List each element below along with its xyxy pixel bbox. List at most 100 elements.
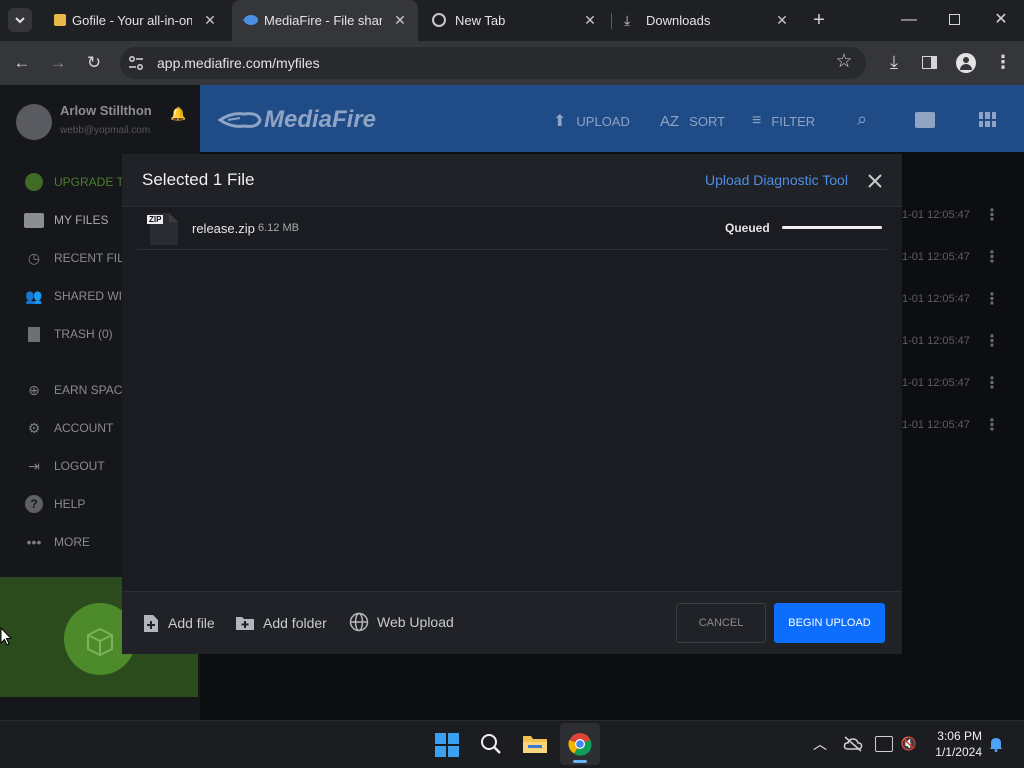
tab-new-tab[interactable]: New Tab ✕ bbox=[422, 0, 608, 41]
chrome-taskbar-button[interactable] bbox=[560, 723, 600, 765]
volume-muted-icon[interactable]: 🔇 bbox=[900, 736, 918, 752]
close-icon[interactable]: ✕ bbox=[202, 12, 218, 28]
mouse-cursor bbox=[0, 627, 12, 646]
downloads-icon[interactable]: ⤓ bbox=[884, 53, 904, 71]
reload-icon[interactable]: ↻ bbox=[85, 54, 103, 71]
modal-close-icon[interactable] bbox=[866, 172, 884, 190]
begin-upload-button[interactable]: BEGIN UPLOAD bbox=[774, 603, 885, 643]
file-explorer-icon[interactable] bbox=[522, 734, 548, 754]
people-icon: 👥 bbox=[25, 287, 43, 304]
tab-separator bbox=[611, 13, 612, 29]
upload-progress-track bbox=[782, 226, 882, 229]
filter-icon: ≡ bbox=[752, 112, 762, 129]
new-tab-button[interactable]: + bbox=[810, 10, 828, 30]
menu-kebab-icon[interactable]: ⋮ bbox=[994, 53, 1012, 71]
row-date: 1-01 12:05:47 bbox=[902, 377, 970, 389]
sidebar-item-earn-space[interactable]: ⊕ EARN SPACE bbox=[24, 380, 130, 400]
filter-button[interactable]: ≡ FILTER bbox=[752, 112, 815, 130]
notification-bell-icon[interactable] bbox=[988, 736, 1004, 752]
sidebar-item-shared[interactable]: 👥 SHARED WIT bbox=[24, 286, 129, 306]
tab-title: Gofile - Your all-in-one bbox=[72, 13, 192, 28]
sidebar-item-my-files[interactable]: MY FILES bbox=[24, 210, 108, 230]
clock-date[interactable]: 1/1/2024 bbox=[926, 745, 982, 759]
close-icon[interactable]: ✕ bbox=[392, 12, 408, 28]
sidebar-item-trash[interactable]: TRASH (0) bbox=[24, 324, 113, 344]
row-date: 1-01 12:05:47 bbox=[902, 335, 970, 347]
tab-search-button[interactable] bbox=[8, 8, 32, 32]
close-icon[interactable]: ✕ bbox=[582, 12, 598, 28]
close-window-button[interactable]: ✕ bbox=[992, 12, 1010, 28]
forward-icon[interactable]: → bbox=[49, 54, 67, 71]
new-folder-icon[interactable] bbox=[915, 112, 935, 128]
avatar[interactable] bbox=[16, 104, 52, 140]
browser-tab-bar: Gofile - Your all-in-one ✕ MediaFire - F… bbox=[0, 0, 1024, 41]
upload-icon: ⬆ bbox=[553, 113, 567, 130]
row-menu-icon[interactable]: ⋮ bbox=[984, 289, 1000, 309]
tab-mediafire[interactable]: MediaFire - File sharing ✕ bbox=[232, 0, 418, 41]
side-panel-icon[interactable] bbox=[922, 56, 937, 69]
user-email: webb@yopmail.com bbox=[60, 125, 151, 136]
download-icon: ⤓ bbox=[624, 12, 631, 28]
back-icon[interactable]: ← bbox=[13, 54, 31, 71]
user-name: Arlow Stillthon bbox=[60, 103, 152, 118]
row-date: 1-01 12:05:47 bbox=[902, 419, 970, 431]
web-upload-button[interactable]: Web Upload bbox=[349, 611, 454, 633]
profile-icon[interactable] bbox=[956, 53, 976, 73]
close-icon[interactable]: ✕ bbox=[774, 12, 790, 28]
file-size: 6.12 MB bbox=[258, 222, 299, 234]
sort-button[interactable]: AZ SORT bbox=[660, 112, 725, 130]
add-folder-icon bbox=[235, 614, 255, 632]
windows-taskbar bbox=[0, 720, 1024, 768]
chevron-up-icon[interactable]: ︿ bbox=[812, 736, 828, 752]
row-menu-icon[interactable]: ⋮ bbox=[984, 247, 1000, 267]
upgrade-icon bbox=[24, 172, 44, 192]
row-menu-icon[interactable]: ⋮ bbox=[984, 415, 1000, 435]
tab-title: Downloads bbox=[646, 13, 711, 28]
sidebar-item-recent-files[interactable]: ◷ RECENT FILE bbox=[24, 248, 132, 268]
network-icon[interactable] bbox=[875, 736, 893, 752]
chrome-favicon bbox=[432, 13, 446, 27]
mediafire-logo[interactable]: MediaFire bbox=[218, 106, 376, 134]
bell-icon[interactable]: 🔔 bbox=[170, 106, 186, 122]
minimize-button[interactable]: — bbox=[900, 12, 918, 28]
sidebar-item-help[interactable]: ? HELP bbox=[24, 494, 85, 514]
cloud-offline-icon[interactable] bbox=[843, 736, 863, 752]
gofile-favicon bbox=[54, 14, 66, 26]
tab-title: MediaFire - File sharing bbox=[264, 13, 382, 28]
gear-icon: ⚙ bbox=[27, 419, 41, 436]
cancel-button[interactable]: CANCEL bbox=[676, 603, 766, 643]
trash-icon bbox=[24, 324, 44, 344]
mediafire-wordmark: MediaFire bbox=[264, 106, 377, 133]
upload-button[interactable]: ⬆ UPLOAD bbox=[553, 112, 630, 130]
sidebar-item-logout[interactable]: ⇥ LOGOUT bbox=[24, 456, 105, 476]
windows-start-icon[interactable] bbox=[435, 733, 459, 757]
sidebar-item-more[interactable]: ••• MORE bbox=[24, 532, 90, 552]
tab-title: New Tab bbox=[455, 13, 506, 28]
restore-button[interactable] bbox=[949, 14, 960, 25]
clock-time[interactable]: 3:06 PM bbox=[930, 729, 982, 743]
add-file-button[interactable]: Add file bbox=[142, 612, 215, 634]
sidebar-item-account[interactable]: ⚙ ACCOUNT bbox=[24, 418, 114, 438]
upload-diagnostic-link[interactable]: Upload Diagnostic Tool bbox=[705, 172, 848, 188]
upload-status: Queued bbox=[725, 221, 770, 235]
row-menu-icon[interactable]: ⋮ bbox=[984, 331, 1000, 351]
row-menu-icon[interactable]: ⋮ bbox=[984, 205, 1000, 225]
row-menu-icon[interactable]: ⋮ bbox=[984, 373, 1000, 393]
sidebar-item-upgrade[interactable]: UPGRADE TO bbox=[24, 172, 133, 192]
tab-gofile[interactable]: Gofile - Your all-in-one ✕ bbox=[42, 0, 228, 41]
url-text[interactable]: app.mediafire.com/myfiles bbox=[157, 55, 320, 71]
add-folder-button[interactable]: Add folder bbox=[235, 612, 327, 634]
bookmark-star-icon[interactable]: ☆ bbox=[834, 52, 854, 71]
file-type-badge: ZIP bbox=[147, 215, 164, 224]
search-icon[interactable]: ⌕ bbox=[853, 110, 871, 128]
grid-view-icon[interactable] bbox=[979, 112, 996, 127]
zip-file-icon: ZIP bbox=[147, 212, 179, 246]
help-icon: ? bbox=[24, 494, 44, 514]
tab-downloads[interactable]: ⤓ Downloads ✕ bbox=[614, 0, 800, 41]
globe-icon bbox=[349, 612, 369, 632]
az-sort-icon: AZ bbox=[660, 112, 680, 130]
search-icon[interactable] bbox=[480, 733, 502, 755]
site-info-icon[interactable] bbox=[128, 55, 144, 71]
add-file-icon bbox=[142, 614, 160, 632]
upload-progress-fill bbox=[782, 226, 882, 229]
